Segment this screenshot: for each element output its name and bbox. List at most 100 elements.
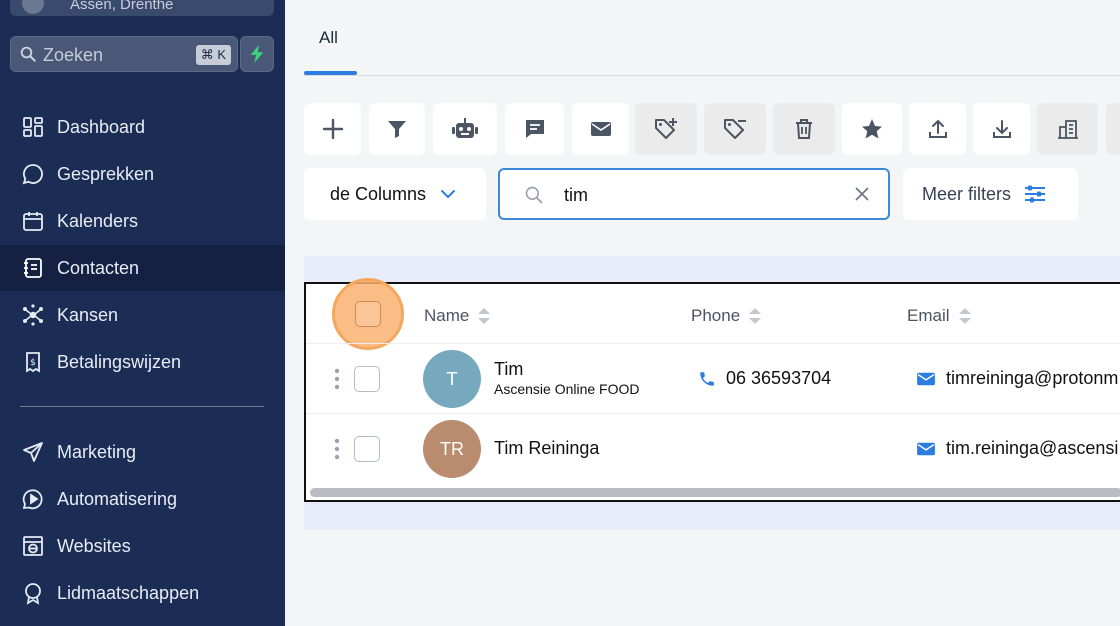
sidebar-item-kansen[interactable]: Kansen (0, 292, 285, 338)
sidebar-item-label: Marketing (57, 441, 137, 462)
location-avatar (22, 0, 44, 14)
filter-button[interactable] (369, 103, 425, 155)
column-header-label: Phone (691, 306, 741, 325)
contact-book-icon (20, 255, 46, 281)
phone-icon (700, 371, 714, 386)
shortcut-badge: ⌘ K (195, 45, 231, 65)
location-switcher[interactable]: Assen, Drenthe (10, 0, 274, 16)
tabs-divider (304, 75, 1120, 76)
company-button[interactable] (1037, 103, 1098, 155)
sidebar-search[interactable]: Zoeken ⌘ K (10, 36, 238, 72)
avatar: T (423, 350, 481, 408)
column-header-label: Name (424, 306, 470, 325)
horizontal-scrollbar[interactable] (310, 488, 1120, 497)
contact-search-input[interactable] (564, 182, 824, 208)
filter-icon (388, 121, 406, 138)
chat-bubble-icon (20, 161, 46, 187)
sidebar-item-gesprekken[interactable]: Gesprekken (0, 151, 285, 197)
automation-icon (20, 486, 46, 512)
sidebar-item-label: Dashboard (57, 116, 146, 137)
table-top-band (304, 256, 1120, 284)
sliders-icon (1025, 185, 1046, 203)
quick-action-button[interactable] (240, 36, 274, 72)
building-icon (1057, 120, 1078, 139)
sidebar-item-dashboard[interactable]: Dashboard (0, 104, 285, 150)
contact-email[interactable]: timreininga@protonm (916, 368, 1118, 389)
contact-email-address: tim.reininga@ascensi (946, 438, 1119, 458)
lightning-icon (250, 45, 264, 63)
contacts-table: Name Phone Email T Tim Ascensie Online F… (304, 278, 1120, 502)
remove-tag-button[interactable] (704, 103, 766, 155)
favorite-button[interactable] (842, 103, 902, 155)
network-icon (20, 302, 46, 328)
trash-icon (796, 119, 812, 139)
column-header-name[interactable]: Name (424, 306, 491, 326)
location-name: Assen, Drenthe (70, 0, 174, 13)
website-icon (20, 533, 46, 559)
send-email-button[interactable] (572, 103, 629, 155)
columns-dropdown[interactable]: de Columns (304, 168, 486, 220)
import-button[interactable] (973, 103, 1030, 155)
columns-label: de Columns (330, 183, 427, 204)
sidebar-item-label: Websites (57, 535, 131, 556)
invoice-icon: $ (20, 349, 46, 375)
avatar: TR (423, 420, 481, 478)
column-header-phone[interactable]: Phone (691, 306, 762, 326)
sidebar-item-label: Gesprekken (57, 163, 155, 184)
calendar-icon (20, 208, 46, 234)
sidebar-item-automatisering[interactable]: Automatisering (0, 476, 285, 522)
star-icon (862, 119, 882, 139)
tab-all[interactable]: All (319, 28, 338, 48)
delete-button[interactable] (773, 103, 835, 155)
automation-button[interactable] (433, 103, 497, 155)
sidebar: Assen, Drenthe Zoeken ⌘ K Dashboard Gesp… (0, 0, 285, 626)
mail-icon (917, 372, 935, 385)
badge-icon (20, 580, 46, 606)
sidebar-item-label: Kansen (57, 304, 119, 325)
drag-handle-icon[interactable] (334, 438, 340, 460)
add-tag-button[interactable] (635, 103, 697, 155)
export-button[interactable] (909, 103, 966, 155)
send-icon (20, 439, 46, 465)
mail-icon (917, 442, 935, 455)
contact-phone[interactable]: 06 36593704 (698, 368, 831, 389)
row-checkbox[interactable] (354, 366, 380, 392)
tag-remove-icon (724, 119, 746, 139)
sidebar-item-marketing[interactable]: Marketing (0, 429, 285, 475)
sort-icon (749, 308, 762, 324)
sidebar-item-label: Lidmaatschappen (57, 582, 200, 603)
chevron-down-icon (441, 190, 456, 199)
sidebar-item-lidmaatschappen[interactable]: Lidmaatschappen (0, 570, 285, 616)
contact-name[interactable]: Tim (494, 359, 523, 380)
clear-search-icon[interactable] (854, 186, 870, 202)
search-icon (525, 186, 543, 204)
contact-email-address: timreininga@protonm (946, 368, 1119, 388)
sidebar-search-placeholder: Zoeken (43, 45, 104, 65)
main-content: All de Columns tim Meer filters Name Pho… (285, 0, 1120, 626)
row-checkbox[interactable] (354, 436, 380, 462)
table-row[interactable]: T Tim Ascensie Online FOOD 06 36593704 t… (306, 343, 1120, 413)
add-button[interactable] (304, 103, 361, 155)
contact-company: Ascensie Online FOOD (494, 381, 640, 397)
select-all-checkbox[interactable] (355, 301, 381, 327)
robot-icon (452, 118, 478, 138)
sidebar-item-websites[interactable]: Websites (0, 523, 285, 569)
add-icon (322, 118, 343, 140)
more-toolbar-button[interactable] (1106, 103, 1120, 155)
send-sms-button[interactable] (505, 103, 564, 155)
column-header-email[interactable]: Email (907, 306, 972, 326)
svg-text:$: $ (30, 358, 36, 368)
sidebar-item-contacten[interactable]: Contacten (0, 245, 285, 291)
contact-name[interactable]: Tim Reininga (494, 438, 599, 459)
sidebar-item-label: Kalenders (57, 210, 139, 231)
tag-add-icon (655, 118, 677, 139)
contact-phone-number: 06 36593704 (726, 368, 832, 388)
contact-search-field[interactable] (498, 168, 890, 220)
contact-email[interactable]: tim.reininga@ascensi (916, 438, 1118, 459)
more-filters-button[interactable]: Meer filters (903, 168, 1078, 220)
sidebar-item-kalenders[interactable]: Kalenders (0, 198, 285, 244)
drag-handle-icon[interactable] (334, 368, 340, 390)
sidebar-item-betalingswijzen[interactable]: $ Betalingswijzen (0, 339, 285, 385)
table-row[interactable]: TR Tim Reininga tim.reininga@ascensi (306, 413, 1120, 483)
sidebar-divider (20, 406, 264, 407)
